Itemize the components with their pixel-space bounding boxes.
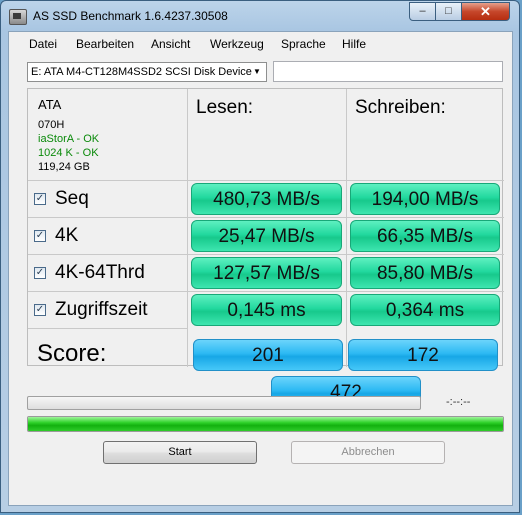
drive-select[interactable]: E: ATA M4-CT128M4SSD2 SCSI Disk Device ▼: [27, 62, 267, 82]
test-progress-bar: [27, 396, 421, 410]
drive-vendor: ATA: [38, 97, 62, 112]
4k-label: 4K: [55, 225, 79, 246]
window-title: AS SSD Benchmark 1.6.4237.30508: [33, 9, 228, 23]
drive-firmware: 070H: [38, 119, 65, 131]
write-column-header: Schreiben:: [355, 97, 446, 118]
chevron-down-icon[interactable]: ▼: [250, 64, 264, 80]
menu-sprache[interactable]: Sprache: [281, 37, 326, 51]
maximize-button[interactable]: □: [435, 2, 462, 21]
menu-werkzeug[interactable]: Werkzeug: [210, 37, 264, 51]
4k-64thrd-checkbox[interactable]: ✓: [34, 267, 46, 279]
seq-label: Seq: [55, 188, 89, 209]
score-label: Score:: [37, 340, 107, 367]
menu-bearbeiten[interactable]: Bearbeiten: [76, 37, 134, 51]
menu-datei[interactable]: Datei: [29, 37, 57, 51]
app-icon: [9, 9, 27, 25]
overall-progress-fill: [28, 417, 503, 431]
read-score: 201: [193, 339, 343, 371]
4k-64thrd-label: 4K-64Thrd: [55, 262, 145, 283]
4k-64thrd-write-result: 85,80 MB/s: [350, 257, 500, 289]
cancel-button[interactable]: Abbrechen: [291, 441, 445, 464]
minimize-button[interactable]: –: [409, 2, 436, 21]
overall-progress-bar: [27, 416, 504, 432]
alignment-status: 1024 K - OK: [38, 147, 99, 159]
menu-bar: Datei Bearbeiten Ansicht Werkzeug Sprach…: [9, 32, 512, 54]
zugriffszeit-read-result: 0,145 ms: [191, 294, 342, 326]
4k-64thrd-read-result: 127,57 MB/s: [191, 257, 342, 289]
drive-capacity: 119,24 GB: [38, 161, 90, 173]
start-button[interactable]: Start: [103, 441, 257, 464]
seq-checkbox[interactable]: ✓: [34, 193, 46, 205]
read-column-header: Lesen:: [196, 97, 254, 118]
4k-checkbox[interactable]: ✓: [34, 230, 46, 242]
4k-write-result: 66,35 MB/s: [350, 220, 500, 252]
elapsed-time: -:--:--: [446, 396, 471, 408]
seq-read-result: 480,73 MB/s: [191, 183, 342, 215]
client-area: Datei Bearbeiten Ansicht Werkzeug Sprach…: [8, 31, 513, 506]
app-window: AS SSD Benchmark 1.6.4237.30508 – □ ✕ Da…: [0, 0, 520, 513]
drive-info-field[interactable]: [273, 61, 503, 82]
zugriffszeit-label: Zugriffszeit: [55, 299, 148, 320]
4k-read-result: 25,47 MB/s: [191, 220, 342, 252]
zugriffszeit-checkbox[interactable]: ✓: [34, 304, 46, 316]
seq-write-result: 194,00 MB/s: [350, 183, 500, 215]
title-bar[interactable]: AS SSD Benchmark 1.6.4237.30508 – □ ✕: [1, 1, 519, 31]
results-grid: ATA 070H iaStorA - OK 1024 K - OK 119,24…: [27, 88, 504, 367]
menu-hilfe[interactable]: Hilfe: [342, 37, 366, 51]
zugriffszeit-write-result: 0,364 ms: [350, 294, 500, 326]
driver-status: iaStorA - OK: [38, 133, 100, 145]
close-button[interactable]: ✕: [461, 2, 510, 21]
write-score: 172: [348, 339, 498, 371]
drive-select-value: E: ATA M4-CT128M4SSD2 SCSI Disk Device: [31, 66, 252, 78]
menu-ansicht[interactable]: Ansicht: [151, 37, 190, 51]
